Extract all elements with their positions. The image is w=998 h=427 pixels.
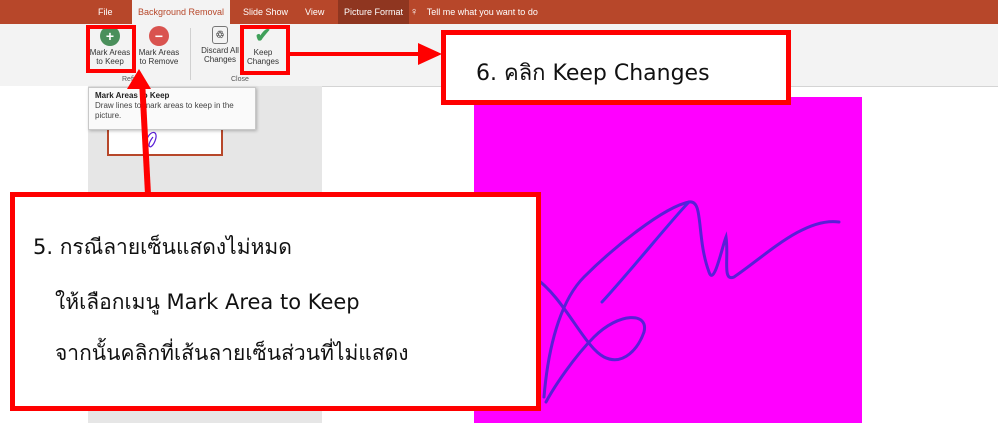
mark-remove-label-1: Mark Areas — [138, 48, 180, 57]
tab-file[interactable]: File — [98, 0, 113, 24]
trash-icon: ♲ — [212, 26, 228, 44]
group-separator — [190, 28, 191, 80]
arrow-to-step6 — [290, 52, 438, 56]
lightbulb-icon: ♀ — [410, 6, 419, 18]
callout-step6-text: 6. คลิก Keep Changes — [476, 61, 710, 86]
tab-slide-show[interactable]: Slide Show — [243, 0, 288, 24]
tab-background-removal[interactable]: Background Removal — [132, 0, 231, 24]
arrowhead-up-icon — [127, 69, 151, 89]
mark-remove-label-2: to Remove — [139, 57, 179, 66]
arrowhead-right-icon — [418, 43, 442, 65]
ribbon-tab-bar: File Background Removal Slide Show View … — [0, 0, 998, 24]
group-label-close: Close — [231, 76, 249, 83]
minus-icon: − — [149, 26, 169, 46]
callout-step5: 5. กรณีลายเซ็นแสดงไม่หมด ให้เลือกเมนู Ma… — [10, 192, 541, 411]
callout-step5-line3: จากนั้นคลิกที่เส้นลายเซ็นส่วนที่ไม่แสดง — [55, 341, 409, 365]
tooltip-title: Mark Areas to Keep — [95, 91, 170, 100]
callout-step6: 6. คลิก Keep Changes — [441, 30, 791, 105]
mark-areas-to-remove-button[interactable]: − Mark Areas to Remove — [134, 26, 184, 66]
tab-picture-format[interactable]: Picture Format — [338, 0, 410, 24]
tab-view[interactable]: View — [305, 0, 324, 24]
tooltip-body: Draw lines to mark areas to keep in the … — [95, 101, 234, 120]
discard-label-1: Discard All — [201, 46, 239, 55]
tell-me-label: Tell me what you want to do — [426, 7, 538, 17]
callout-step5-line2: ให้เลือกเมนู Mark Area to Keep — [55, 290, 360, 314]
tooltip: Mark Areas to Keep Draw lines to mark ar… — [88, 87, 256, 130]
highlight-keep-changes — [240, 25, 290, 75]
tell-me-box[interactable]: ♀ Tell me what you want to do — [410, 0, 538, 24]
discard-all-changes-button[interactable]: ♲ Discard All Changes — [196, 26, 244, 64]
highlight-mark-keep — [86, 25, 136, 73]
callout-step5-line1: 5. กรณีลายเซ็นแสดงไม่หมด — [33, 235, 292, 259]
discard-label-2: Changes — [203, 55, 237, 64]
